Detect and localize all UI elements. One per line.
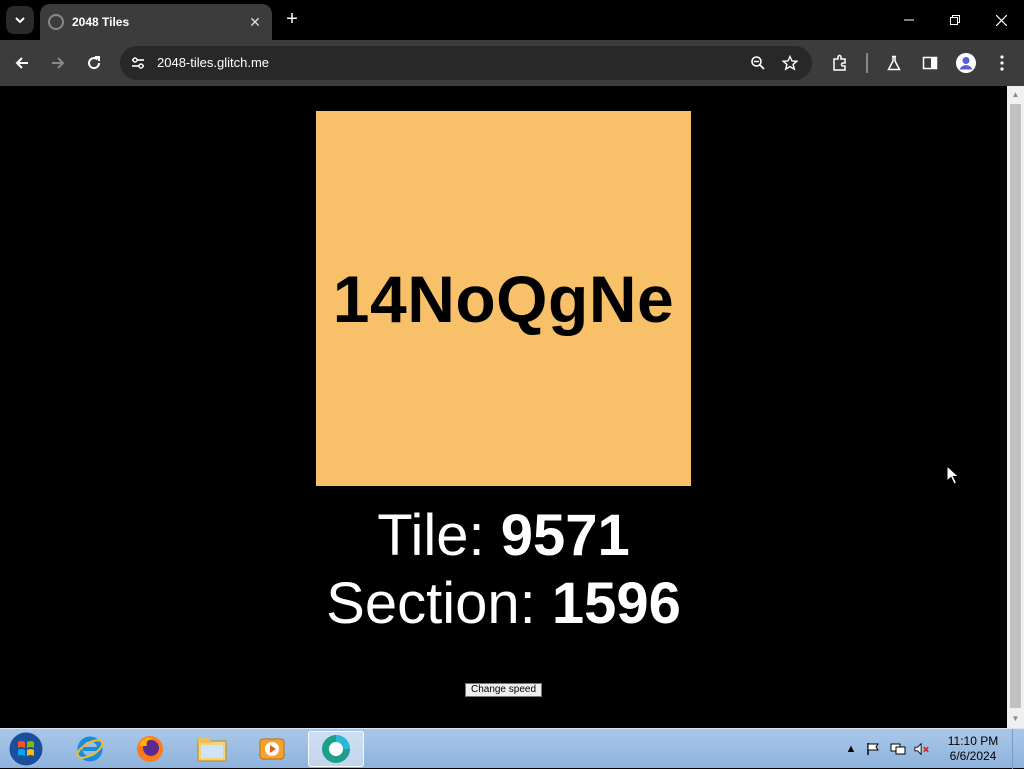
clock-time: 11:10 PM — [947, 734, 999, 748]
windows-taskbar: ▲ 11:10 PM 6/6/2024 — [0, 728, 1024, 769]
toolbar-separator — [866, 53, 868, 73]
arrow-right-icon — [52, 57, 65, 69]
clock-date: 6/6/2024 — [949, 749, 997, 763]
network-icon[interactable] — [890, 741, 906, 757]
extensions-icon[interactable] — [828, 51, 852, 75]
side-panel-icon[interactable] — [918, 51, 942, 75]
restore-button[interactable] — [932, 0, 978, 40]
reload-icon — [88, 56, 101, 70]
profile-avatar-icon[interactable] — [954, 51, 978, 75]
section-stat: Section: 1596 — [0, 570, 1007, 637]
title-bar: 2048 Tiles ✕ + — [0, 0, 1024, 40]
scroll-up-arrow-icon[interactable]: ▲ — [1007, 88, 1024, 102]
tile-text: 14NoQgNe — [332, 261, 675, 336]
minimize-button[interactable] — [886, 0, 932, 40]
game-tile: 14NoQgNe — [316, 111, 691, 486]
change-speed-button[interactable]: Change speed — [465, 683, 542, 697]
taskbar-media-player[interactable] — [244, 731, 300, 767]
labs-flask-icon[interactable] — [882, 51, 906, 75]
minimize-icon — [904, 19, 914, 21]
tile-stat: Tile: 9571 — [0, 502, 1007, 569]
globe-icon — [48, 14, 64, 30]
new-tab-button[interactable]: + — [280, 8, 304, 32]
mouse-cursor-icon — [946, 464, 960, 490]
scroll-down-arrow-icon[interactable]: ▼ — [1007, 712, 1024, 726]
zoom-icon[interactable] — [748, 53, 768, 73]
taskbar-internet-explorer[interactable] — [62, 731, 118, 767]
taskbar-active-app[interactable] — [308, 731, 364, 767]
url-text[interactable]: 2048-tiles.glitch.me — [157, 55, 269, 70]
firefox-icon — [137, 736, 163, 762]
browser-toolbar: 2048-tiles.glitch.me — [0, 40, 1024, 86]
site-info-icon[interactable] — [128, 53, 148, 73]
taskbar-firefox[interactable] — [122, 731, 178, 767]
volume-muted-icon[interactable] — [914, 741, 930, 757]
scroll-thumb[interactable] — [1010, 104, 1021, 708]
back-button[interactable] — [8, 49, 36, 77]
close-icon — [995, 14, 1007, 26]
forward-button[interactable] — [44, 49, 72, 77]
reload-button[interactable] — [80, 49, 108, 77]
page-content: 14NoQgNe Tile: 9571 Section: 1596 Change… — [0, 86, 1007, 728]
taskbar-file-explorer[interactable] — [184, 731, 240, 767]
action-center-flag-icon[interactable] — [865, 741, 881, 757]
tile-value: 9571 — [500, 503, 630, 568]
address-bar[interactable]: 2048-tiles.glitch.me — [120, 46, 812, 80]
tab-search-button[interactable] — [6, 6, 34, 34]
browser-tab[interactable]: 2048 Tiles ✕ — [40, 4, 272, 40]
system-clock[interactable]: 11:10 PM 6/6/2024 — [942, 734, 1004, 764]
star-bookmark-icon[interactable] — [780, 53, 800, 73]
start-button[interactable] — [6, 731, 46, 767]
internet-explorer-icon — [76, 736, 104, 762]
page-scrollbar[interactable]: ▲ ▼ — [1007, 86, 1024, 728]
tab-title: 2048 Tiles — [72, 15, 130, 29]
tab-close-button[interactable]: ✕ — [246, 14, 264, 31]
windows-logo-icon — [8, 731, 44, 767]
browser-app-icon — [322, 735, 350, 763]
restore-icon — [950, 15, 960, 25]
show-desktop-button[interactable] — [1012, 729, 1024, 769]
menu-kebab-icon[interactable] — [990, 51, 1014, 75]
tray-expand-icon[interactable]: ▲ — [843, 741, 859, 757]
arrow-left-icon — [15, 57, 28, 69]
tile-label: Tile: — [377, 503, 501, 568]
folder-icon — [197, 738, 227, 762]
close-window-button[interactable] — [978, 0, 1024, 40]
section-value: 1596 — [551, 571, 681, 636]
media-player-icon — [259, 738, 285, 760]
section-label: Section: — [326, 571, 552, 636]
chevron-down-icon — [15, 17, 25, 24]
